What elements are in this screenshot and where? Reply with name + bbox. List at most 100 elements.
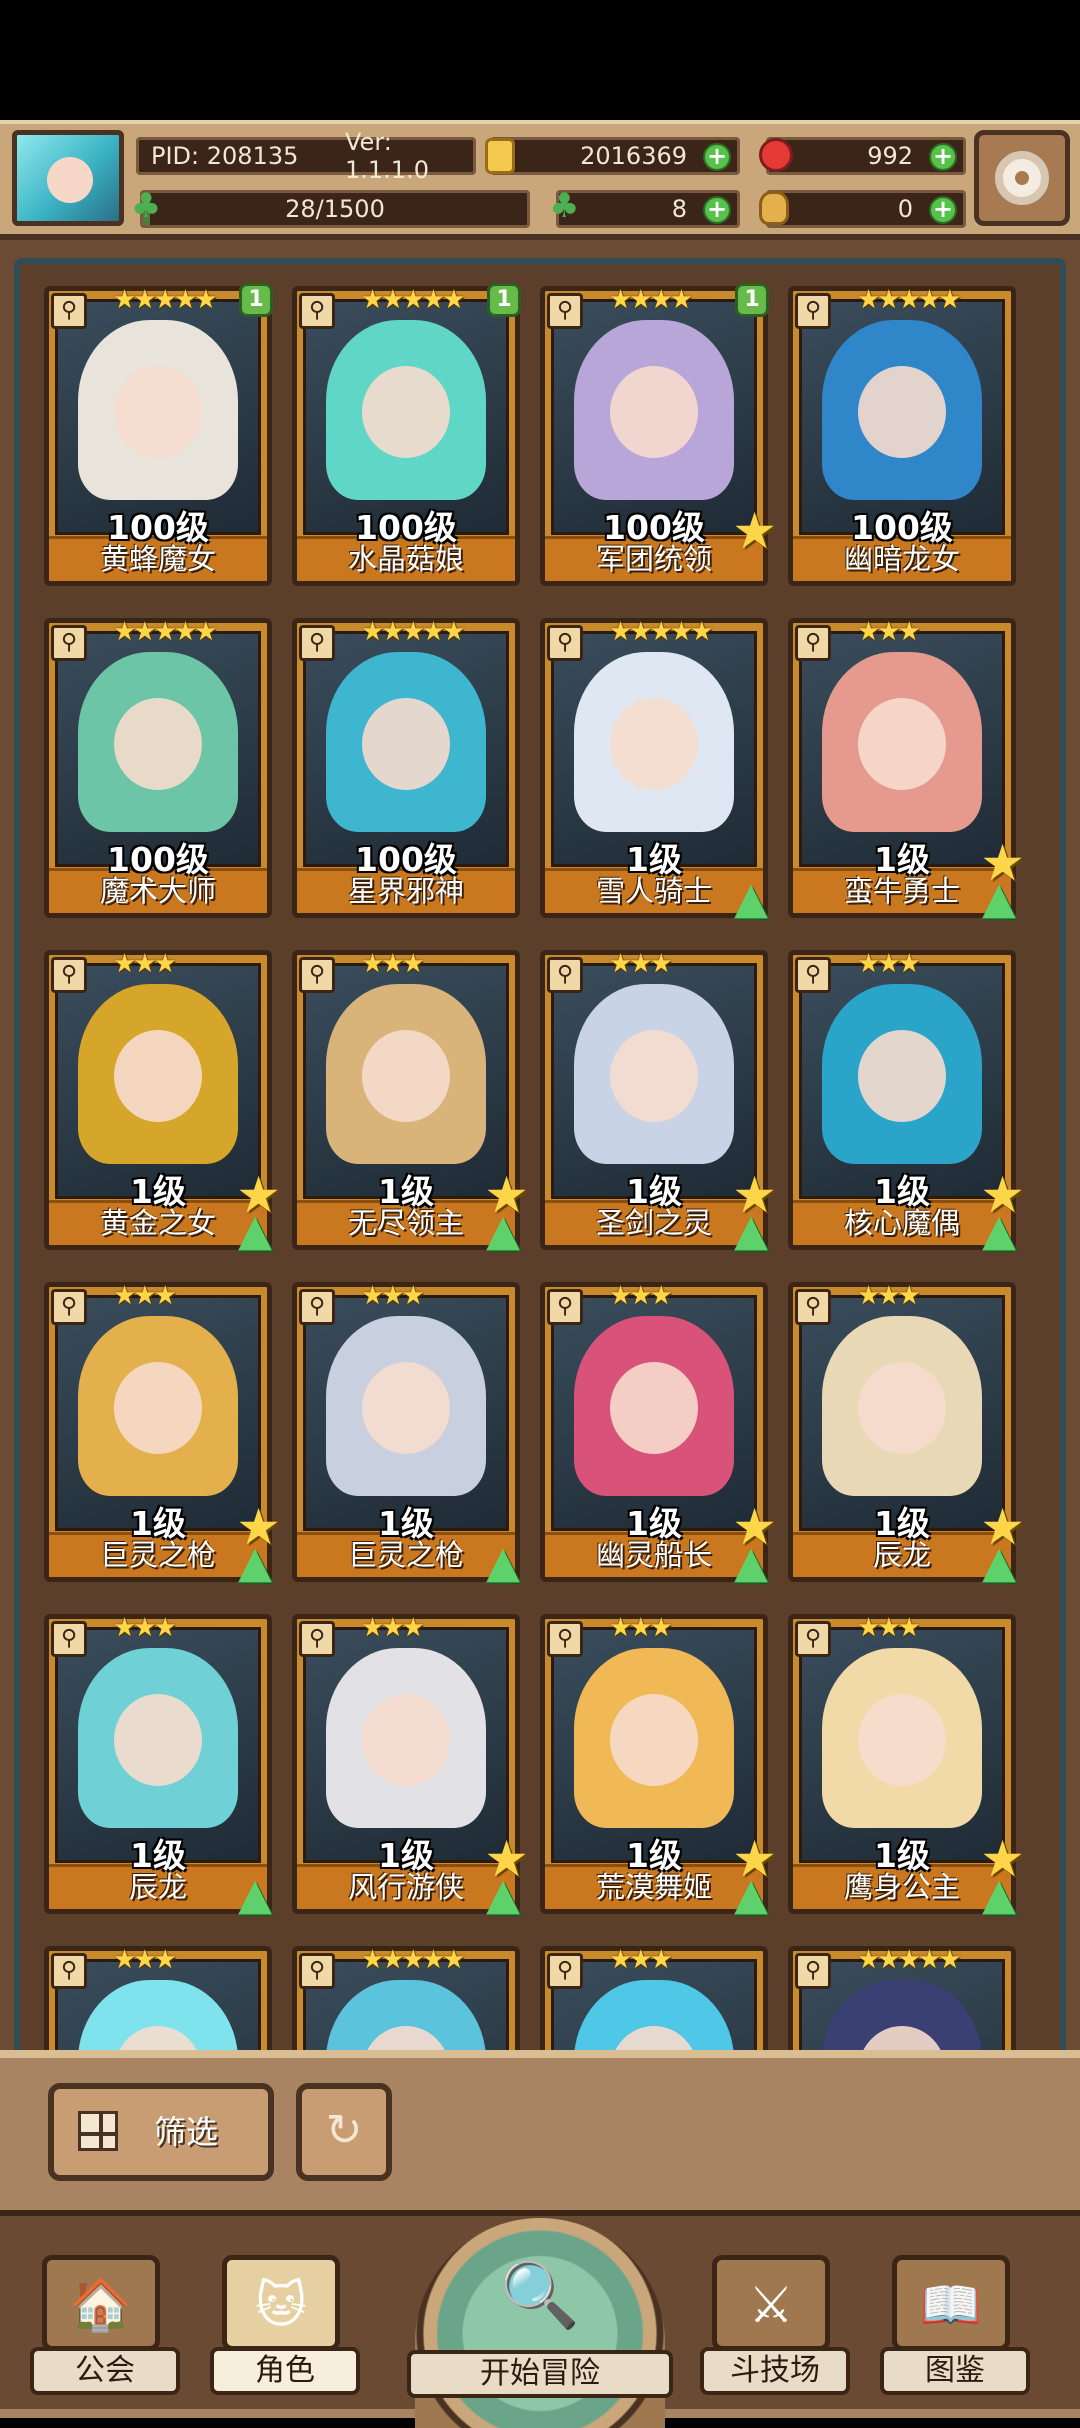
hero-card[interactable]: ⚲ ★★★★ 1 100级 军团统领 ★	[540, 283, 777, 586]
refresh-button[interactable]: ↻	[296, 2083, 392, 2181]
hero-card[interactable]: ⚲ ★★★★★ 1 100级 水晶菇娘	[292, 283, 521, 586]
upgrade-arrow-icon: ▲	[486, 1537, 520, 1588]
class-icon: ⚲	[51, 957, 87, 993]
hero-card[interactable]: ⚲ ★★★ 1级 无尽领主 ★ ▲	[292, 949, 529, 1253]
hero-card[interactable]: ⚲ ★★★★★	[292, 1945, 520, 2052]
hero-grid[interactable]: ⚲ ★★★★★ 1 100级 黄蜂魔女 ⚲ ★★★★★ 1 100级 水晶菇娘 ⚲ ★★★★ 1 100级…	[14, 258, 1066, 2058]
hero-portrait	[799, 963, 1005, 1199]
star-rating: ★★★★	[609, 285, 693, 315]
hero-card[interactable]: ⚲ ★★★★★	[788, 1945, 1016, 2052]
pid-text: PID: 208135	[151, 142, 299, 170]
hero-level: 1级	[378, 1836, 434, 1875]
hero-level: 100级	[107, 840, 209, 879]
add-gems-button[interactable]: +	[929, 143, 957, 171]
hero-card[interactable]: ⚲ ★★★ 1级 鹰身公主 ★ ▲	[788, 1613, 1025, 1917]
hero-card[interactable]: ⚲ ★★★ 1级 荒漠舞姬 ★ ▲	[540, 1613, 777, 1917]
hero-level: 1级	[626, 840, 682, 879]
hero-card[interactable]: ⚲ ★★★ 1级 辰龙 ★ ▲	[788, 1281, 1025, 1585]
class-icon: ⚲	[795, 1289, 831, 1325]
add-clover-button[interactable]: +	[703, 196, 731, 224]
hero-card[interactable]: ⚲ ★★★★★ 1 100级 黄蜂魔女	[44, 283, 273, 586]
class-icon: ⚲	[51, 1621, 87, 1657]
add-pouch-button[interactable]: +	[929, 196, 957, 224]
hero-level: 100级	[355, 840, 457, 879]
class-icon: ⚲	[299, 293, 335, 329]
clover-value: 8	[671, 195, 687, 223]
hero-level: 1级	[874, 1836, 930, 1875]
class-icon: ⚲	[299, 625, 335, 661]
star-rating: ★★★★★	[857, 285, 962, 315]
hero-card[interactable]: ⚲ ★★★ 1级 辰龙 ▲	[44, 1613, 272, 1917]
upgrade-arrow-icon: ▲	[238, 1205, 272, 1256]
class-icon: ⚲	[547, 293, 583, 329]
hero-card[interactable]: ⚲ ★★★★★ 100级 幽暗龙女	[788, 285, 1016, 586]
hero-card[interactable]: ⚲ ★★★★★ 100级 魔术大师	[44, 617, 272, 918]
upgrade-arrow-icon: ▲	[486, 1869, 520, 1920]
grid-icon	[78, 2111, 118, 2151]
hero-card[interactable]: ⚲ ★★★	[44, 1945, 272, 2052]
hero-card[interactable]: ⚲ ★★★ 1级 风行游侠 ★ ▲	[292, 1613, 529, 1917]
filter-button[interactable]: 筛选	[48, 2083, 274, 2181]
nav-codex[interactable]: 📖 图鉴	[880, 2255, 1030, 2395]
hero-portrait	[799, 631, 1005, 867]
hero-portrait	[303, 963, 509, 1199]
hero-card[interactable]: ⚲ ★★★ 1级 蛮牛勇士 ★ ▲	[788, 617, 1025, 921]
star-rating: ★★★★★	[857, 1945, 962, 1975]
upgrade-arrow-icon: ▲	[734, 1537, 768, 1588]
hero-card[interactable]: ⚲ ★★★	[540, 1945, 768, 2052]
hero-level: 1级	[130, 1836, 186, 1875]
star-rating: ★★★	[857, 1281, 921, 1311]
hero-level: 100级	[851, 508, 953, 547]
favorite-star-icon[interactable]: ★	[732, 506, 777, 556]
hero-level: 1级	[378, 1172, 434, 1211]
class-icon: ⚲	[547, 1621, 583, 1657]
hero-card[interactable]: ⚲ ★★★★★ 100级 星界邪神	[292, 617, 520, 918]
settings-button[interactable]	[974, 130, 1070, 226]
hero-portrait	[551, 1295, 757, 1531]
hero-card[interactable]: ⚲ ★★★ 1级 巨灵之枪 ▲	[292, 1281, 520, 1585]
player-info-panel: PID: 208135 Ver: 1.1.1.0	[136, 128, 476, 184]
nav-arena[interactable]: ⚔ 斗技场	[700, 2255, 850, 2395]
star-rating: ★★★★★	[361, 285, 466, 315]
star-rating: ★★★★★	[361, 1945, 466, 1975]
hero-level: 1级	[378, 1504, 434, 1543]
version-text: Ver: 1.1.1.0	[345, 128, 429, 184]
hero-card[interactable]: ⚲ ★★★★★ 1级 雪人骑士 ▲	[540, 617, 768, 921]
nav-codex-label: 图鉴	[880, 2347, 1030, 2395]
refresh-icon: ↻	[325, 2105, 363, 2156]
hero-card[interactable]: ⚲ ★★★ 1级 幽灵船长 ★ ▲	[540, 1281, 777, 1585]
guild-icon: 🏠	[42, 2255, 160, 2351]
hero-card[interactable]: ⚲ ★★★ 1级 核心魔偶 ★ ▲	[788, 949, 1025, 1253]
hero-level: 1级	[130, 1504, 186, 1543]
nav-character-label: 角色	[210, 2347, 360, 2395]
pouch-icon	[759, 191, 789, 225]
hero-card[interactable]: ⚲ ★★★ 1级 巨灵之枪 ★ ▲	[44, 1281, 281, 1585]
class-icon: ⚲	[547, 625, 583, 661]
xp-progress-bar: ♣ 28/1500	[131, 189, 530, 228]
star-rating: ★★★	[113, 1613, 177, 1643]
nav-arena-label: 斗技场	[700, 2347, 850, 2395]
nav-character[interactable]: 🐱 角色	[210, 2255, 360, 2395]
crossed-swords-icon: ⚔	[712, 2255, 830, 2351]
hero-portrait	[303, 1627, 509, 1863]
bag-value: 0	[897, 195, 913, 223]
hero-portrait	[55, 299, 261, 535]
hero-card[interactable]: ⚲ ★★★ 1级 圣剑之灵 ★ ▲	[540, 949, 777, 1253]
gem-value: 992	[867, 142, 913, 170]
nav-guild[interactable]: 🏠 公会	[30, 2255, 180, 2395]
star-rating: ★★★	[857, 617, 921, 647]
class-icon: ⚲	[299, 957, 335, 993]
hero-card[interactable]: ⚲ ★★★ 1级 黄金之女 ★ ▲	[44, 949, 281, 1253]
hero-portrait	[303, 631, 509, 867]
hero-portrait	[55, 1295, 261, 1531]
class-icon: ⚲	[299, 1289, 335, 1325]
red-gem-icon	[759, 138, 793, 172]
hero-level: 100级	[355, 508, 457, 547]
nav-adventure[interactable]: 🔍 开始冒险	[407, 2218, 673, 2428]
count-badge: 1	[487, 283, 521, 317]
hero-level: 1级	[626, 1172, 682, 1211]
add-gold-button[interactable]: +	[703, 143, 731, 171]
clover-icon: ♣	[549, 186, 580, 226]
gold-coin-icon	[485, 138, 515, 174]
player-avatar[interactable]	[12, 130, 124, 226]
